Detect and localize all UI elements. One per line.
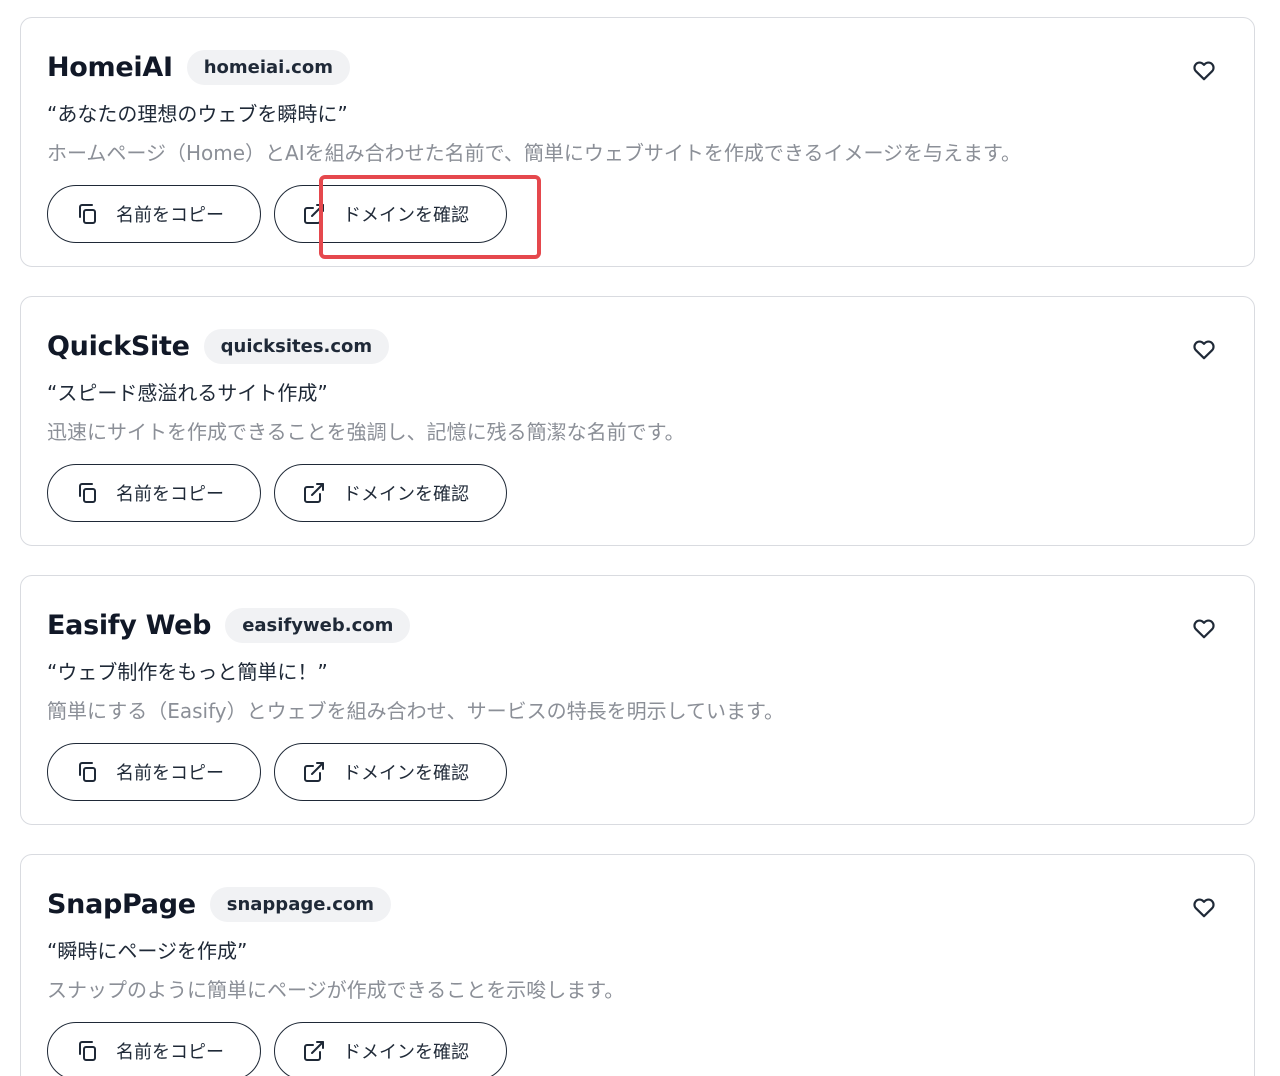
copy-name-label: 名前をコピー — [116, 1042, 224, 1063]
name-card: HomeiAI homeiai.com “あなたの理想のウェブを瞬時に” ホーム… — [20, 17, 1255, 267]
copy-name-button[interactable]: 名前をコピー — [47, 743, 261, 801]
heart-icon — [1191, 615, 1217, 641]
copy-name-label: 名前をコピー — [116, 763, 224, 784]
check-domain-button[interactable]: ドメインを確認 — [274, 185, 507, 243]
favorite-button[interactable] — [1190, 893, 1218, 921]
check-domain-label: ドメインを確認 — [343, 1042, 469, 1063]
card-header: Easify Web easifyweb.com — [47, 606, 411, 644]
card-tagline: “スピード感溢れるサイト作成” — [47, 381, 328, 405]
card-tagline: “瞬時にページを作成” — [47, 939, 248, 963]
card-header: HomeiAI homeiai.com — [47, 48, 350, 86]
check-domain-button[interactable]: ドメインを確認 — [274, 1022, 507, 1076]
favorite-button[interactable] — [1190, 56, 1218, 84]
copy-icon — [74, 201, 100, 227]
check-domain-label: ドメインを確認 — [343, 763, 469, 784]
check-domain-button[interactable]: ドメインを確認 — [274, 743, 507, 801]
card-description: ホームページ（Home）とAIを組み合わせた名前で、簡単にウェブサイトを作成でき… — [47, 141, 1022, 165]
card-name: QuickSite — [47, 330, 190, 362]
favorite-button[interactable] — [1190, 335, 1218, 363]
card-actions: 名前をコピー ドメインを確認 — [47, 464, 507, 522]
favorite-button[interactable] — [1190, 614, 1218, 642]
copy-icon — [74, 759, 100, 785]
external-link-icon — [301, 759, 327, 785]
card-description: 迅速にサイトを作成できることを強調し、記憶に残る簡潔な名前です。 — [47, 420, 685, 444]
heart-icon — [1191, 57, 1217, 83]
copy-icon — [74, 1038, 100, 1064]
external-link-icon — [301, 1038, 327, 1064]
copy-name-label: 名前をコピー — [116, 205, 224, 226]
check-domain-label: ドメインを確認 — [343, 205, 469, 226]
card-name: HomeiAI — [47, 51, 173, 83]
card-description: 簡単にする（Easify）とウェブを組み合わせ、サービスの特長を明示しています。 — [47, 699, 784, 723]
card-header: SnapPage snappage.com — [47, 885, 392, 923]
copy-icon — [74, 480, 100, 506]
name-suggestion-list: HomeiAI homeiai.com “あなたの理想のウェブを瞬時に” ホーム… — [0, 0, 1280, 1076]
card-header: QuickSite quicksites.com — [47, 327, 390, 365]
card-tagline: “ウェブ制作をもっと簡単に！” — [47, 660, 328, 684]
check-domain-label: ドメインを確認 — [343, 484, 469, 505]
card-name: SnapPage — [47, 888, 196, 920]
copy-name-button[interactable]: 名前をコピー — [47, 464, 261, 522]
name-card: SnapPage snappage.com “瞬時にページを作成” スナップのよ… — [20, 854, 1255, 1076]
name-card: Easify Web easifyweb.com “ウェブ制作をもっと簡単に！”… — [20, 575, 1255, 825]
heart-icon — [1191, 894, 1217, 920]
domain-badge: easifyweb.com — [225, 607, 411, 643]
check-domain-button[interactable]: ドメインを確認 — [274, 464, 507, 522]
copy-name-button[interactable]: 名前をコピー — [47, 185, 261, 243]
card-description: スナップのように簡単にページが作成できることを示唆します。 — [47, 978, 625, 1002]
external-link-icon — [301, 201, 327, 227]
external-link-icon — [301, 480, 327, 506]
card-actions: 名前をコピー ドメインを確認 — [47, 743, 507, 801]
card-name: Easify Web — [47, 609, 212, 641]
card-tagline: “あなたの理想のウェブを瞬時に” — [47, 102, 348, 126]
card-actions: 名前をコピー ドメインを確認 — [47, 1022, 507, 1076]
copy-name-button[interactable]: 名前をコピー — [47, 1022, 261, 1076]
copy-name-label: 名前をコピー — [116, 484, 224, 505]
domain-badge: snappage.com — [209, 886, 392, 922]
domain-badge: homeiai.com — [186, 49, 350, 85]
card-actions: 名前をコピー ドメインを確認 — [47, 175, 541, 259]
name-card: QuickSite quicksites.com “スピード感溢れるサイト作成”… — [20, 296, 1255, 546]
domain-badge: quicksites.com — [203, 328, 390, 364]
heart-icon — [1191, 336, 1217, 362]
